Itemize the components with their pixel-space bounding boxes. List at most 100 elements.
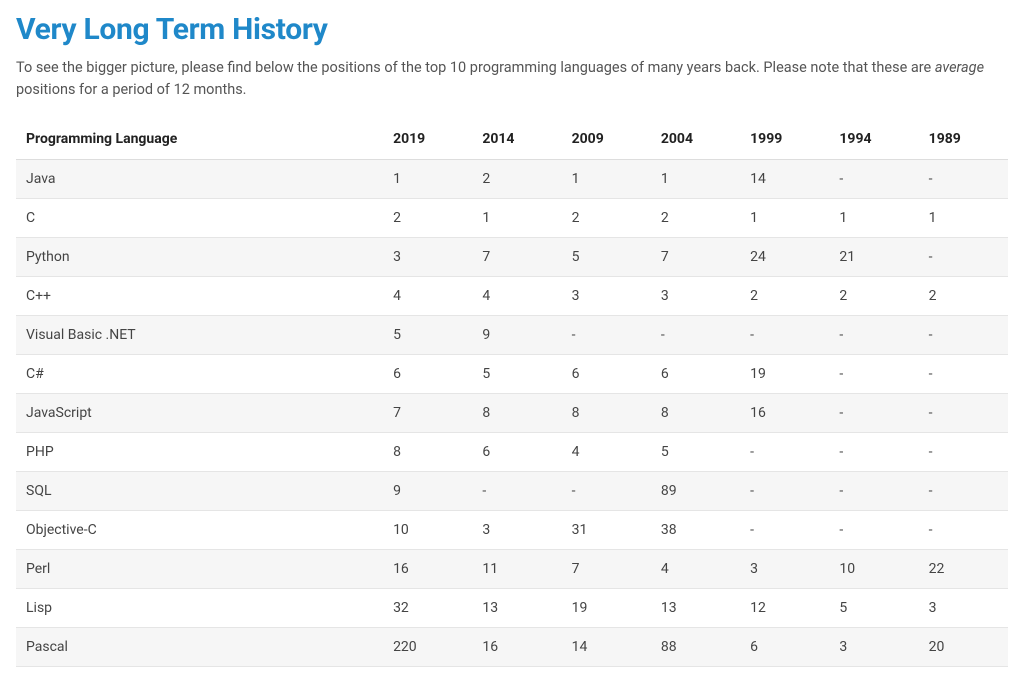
cell-rank: 4 bbox=[383, 276, 472, 315]
cell-rank: 19 bbox=[740, 354, 829, 393]
cell-rank: 7 bbox=[383, 393, 472, 432]
cell-rank: 5 bbox=[562, 237, 651, 276]
cell-rank: 5 bbox=[651, 432, 740, 471]
cell-rank: - bbox=[919, 393, 1008, 432]
cell-rank: 11 bbox=[472, 549, 561, 588]
cell-rank: - bbox=[829, 354, 918, 393]
cell-rank: - bbox=[562, 315, 651, 354]
cell-rank: - bbox=[740, 315, 829, 354]
cell-language: Lisp bbox=[16, 588, 383, 627]
cell-language: Objective-C bbox=[16, 510, 383, 549]
cell-rank: - bbox=[562, 471, 651, 510]
cell-rank: 8 bbox=[472, 393, 561, 432]
table-row: Pascal2201614886320 bbox=[16, 627, 1008, 666]
cell-rank: 3 bbox=[383, 237, 472, 276]
cell-rank: 2 bbox=[383, 198, 472, 237]
col-header-year: 2014 bbox=[472, 119, 561, 160]
cell-rank: 4 bbox=[651, 549, 740, 588]
cell-rank: 6 bbox=[383, 354, 472, 393]
cell-rank: - bbox=[740, 510, 829, 549]
col-header-language: Programming Language bbox=[16, 119, 383, 160]
cell-language: Perl bbox=[16, 549, 383, 588]
cell-rank: - bbox=[919, 315, 1008, 354]
cell-rank: 8 bbox=[651, 393, 740, 432]
cell-rank: 9 bbox=[472, 315, 561, 354]
intro-text-1: To see the bigger picture, please find b… bbox=[16, 59, 935, 76]
cell-rank: 12 bbox=[740, 588, 829, 627]
cell-rank: - bbox=[829, 510, 918, 549]
cell-rank: 3 bbox=[919, 588, 1008, 627]
cell-rank: 88 bbox=[651, 627, 740, 666]
cell-rank: - bbox=[919, 471, 1008, 510]
page-title: Very Long Term History bbox=[16, 12, 1008, 47]
cell-rank: 5 bbox=[472, 354, 561, 393]
cell-rank: 3 bbox=[829, 627, 918, 666]
cell-rank: 21 bbox=[829, 237, 918, 276]
cell-language: C# bbox=[16, 354, 383, 393]
cell-rank: 7 bbox=[472, 237, 561, 276]
ranking-table: Programming Language20192014200920041999… bbox=[16, 119, 1008, 667]
cell-rank: 10 bbox=[383, 510, 472, 549]
col-header-year: 2019 bbox=[383, 119, 472, 160]
cell-language: Python bbox=[16, 237, 383, 276]
cell-rank: 16 bbox=[472, 627, 561, 666]
cell-rank: - bbox=[829, 159, 918, 198]
cell-rank: - bbox=[740, 432, 829, 471]
cell-rank: 2 bbox=[562, 198, 651, 237]
cell-rank: - bbox=[472, 471, 561, 510]
intro-text-2: positions for a period of 12 months. bbox=[16, 81, 247, 98]
cell-rank: 2 bbox=[919, 276, 1008, 315]
cell-rank: 220 bbox=[383, 627, 472, 666]
cell-rank: 13 bbox=[651, 588, 740, 627]
cell-language: SQL bbox=[16, 471, 383, 510]
cell-rank: 5 bbox=[829, 588, 918, 627]
cell-language: C++ bbox=[16, 276, 383, 315]
table-header-row: Programming Language20192014200920041999… bbox=[16, 119, 1008, 160]
cell-rank: 89 bbox=[651, 471, 740, 510]
cell-rank: - bbox=[651, 315, 740, 354]
cell-rank: - bbox=[829, 315, 918, 354]
intro-emphasis: average bbox=[935, 59, 984, 76]
cell-rank: 19 bbox=[562, 588, 651, 627]
cell-rank: 16 bbox=[740, 393, 829, 432]
cell-rank: 16 bbox=[383, 549, 472, 588]
col-header-year: 2009 bbox=[562, 119, 651, 160]
cell-rank: - bbox=[829, 393, 918, 432]
cell-language: JavaScript bbox=[16, 393, 383, 432]
table-row: C++4433222 bbox=[16, 276, 1008, 315]
cell-language: C bbox=[16, 198, 383, 237]
cell-language: Java bbox=[16, 159, 383, 198]
table-row: Java121114-- bbox=[16, 159, 1008, 198]
table-row: JavaScript788816-- bbox=[16, 393, 1008, 432]
cell-rank: 8 bbox=[562, 393, 651, 432]
table-row: Python37572421- bbox=[16, 237, 1008, 276]
cell-rank: 24 bbox=[740, 237, 829, 276]
cell-rank: 6 bbox=[651, 354, 740, 393]
cell-rank: - bbox=[829, 471, 918, 510]
cell-rank: 5 bbox=[383, 315, 472, 354]
table-row: C#656619-- bbox=[16, 354, 1008, 393]
cell-rank: 1 bbox=[829, 198, 918, 237]
cell-rank: 8 bbox=[383, 432, 472, 471]
table-row: SQL9--89--- bbox=[16, 471, 1008, 510]
cell-rank: 1 bbox=[740, 198, 829, 237]
cell-rank: 6 bbox=[562, 354, 651, 393]
cell-rank: 2 bbox=[472, 159, 561, 198]
cell-rank: 3 bbox=[651, 276, 740, 315]
cell-rank: 1 bbox=[651, 159, 740, 198]
cell-rank: 10 bbox=[829, 549, 918, 588]
col-header-year: 2004 bbox=[651, 119, 740, 160]
cell-rank: - bbox=[919, 432, 1008, 471]
cell-rank: 14 bbox=[562, 627, 651, 666]
cell-rank: 22 bbox=[919, 549, 1008, 588]
cell-rank: 4 bbox=[472, 276, 561, 315]
cell-language: Visual Basic .NET bbox=[16, 315, 383, 354]
table-row: Perl16117431022 bbox=[16, 549, 1008, 588]
cell-language: PHP bbox=[16, 432, 383, 471]
cell-rank: 2 bbox=[829, 276, 918, 315]
cell-rank: 1 bbox=[562, 159, 651, 198]
cell-rank: - bbox=[919, 354, 1008, 393]
cell-rank: - bbox=[919, 237, 1008, 276]
cell-rank: 13 bbox=[472, 588, 561, 627]
cell-rank: 2 bbox=[740, 276, 829, 315]
